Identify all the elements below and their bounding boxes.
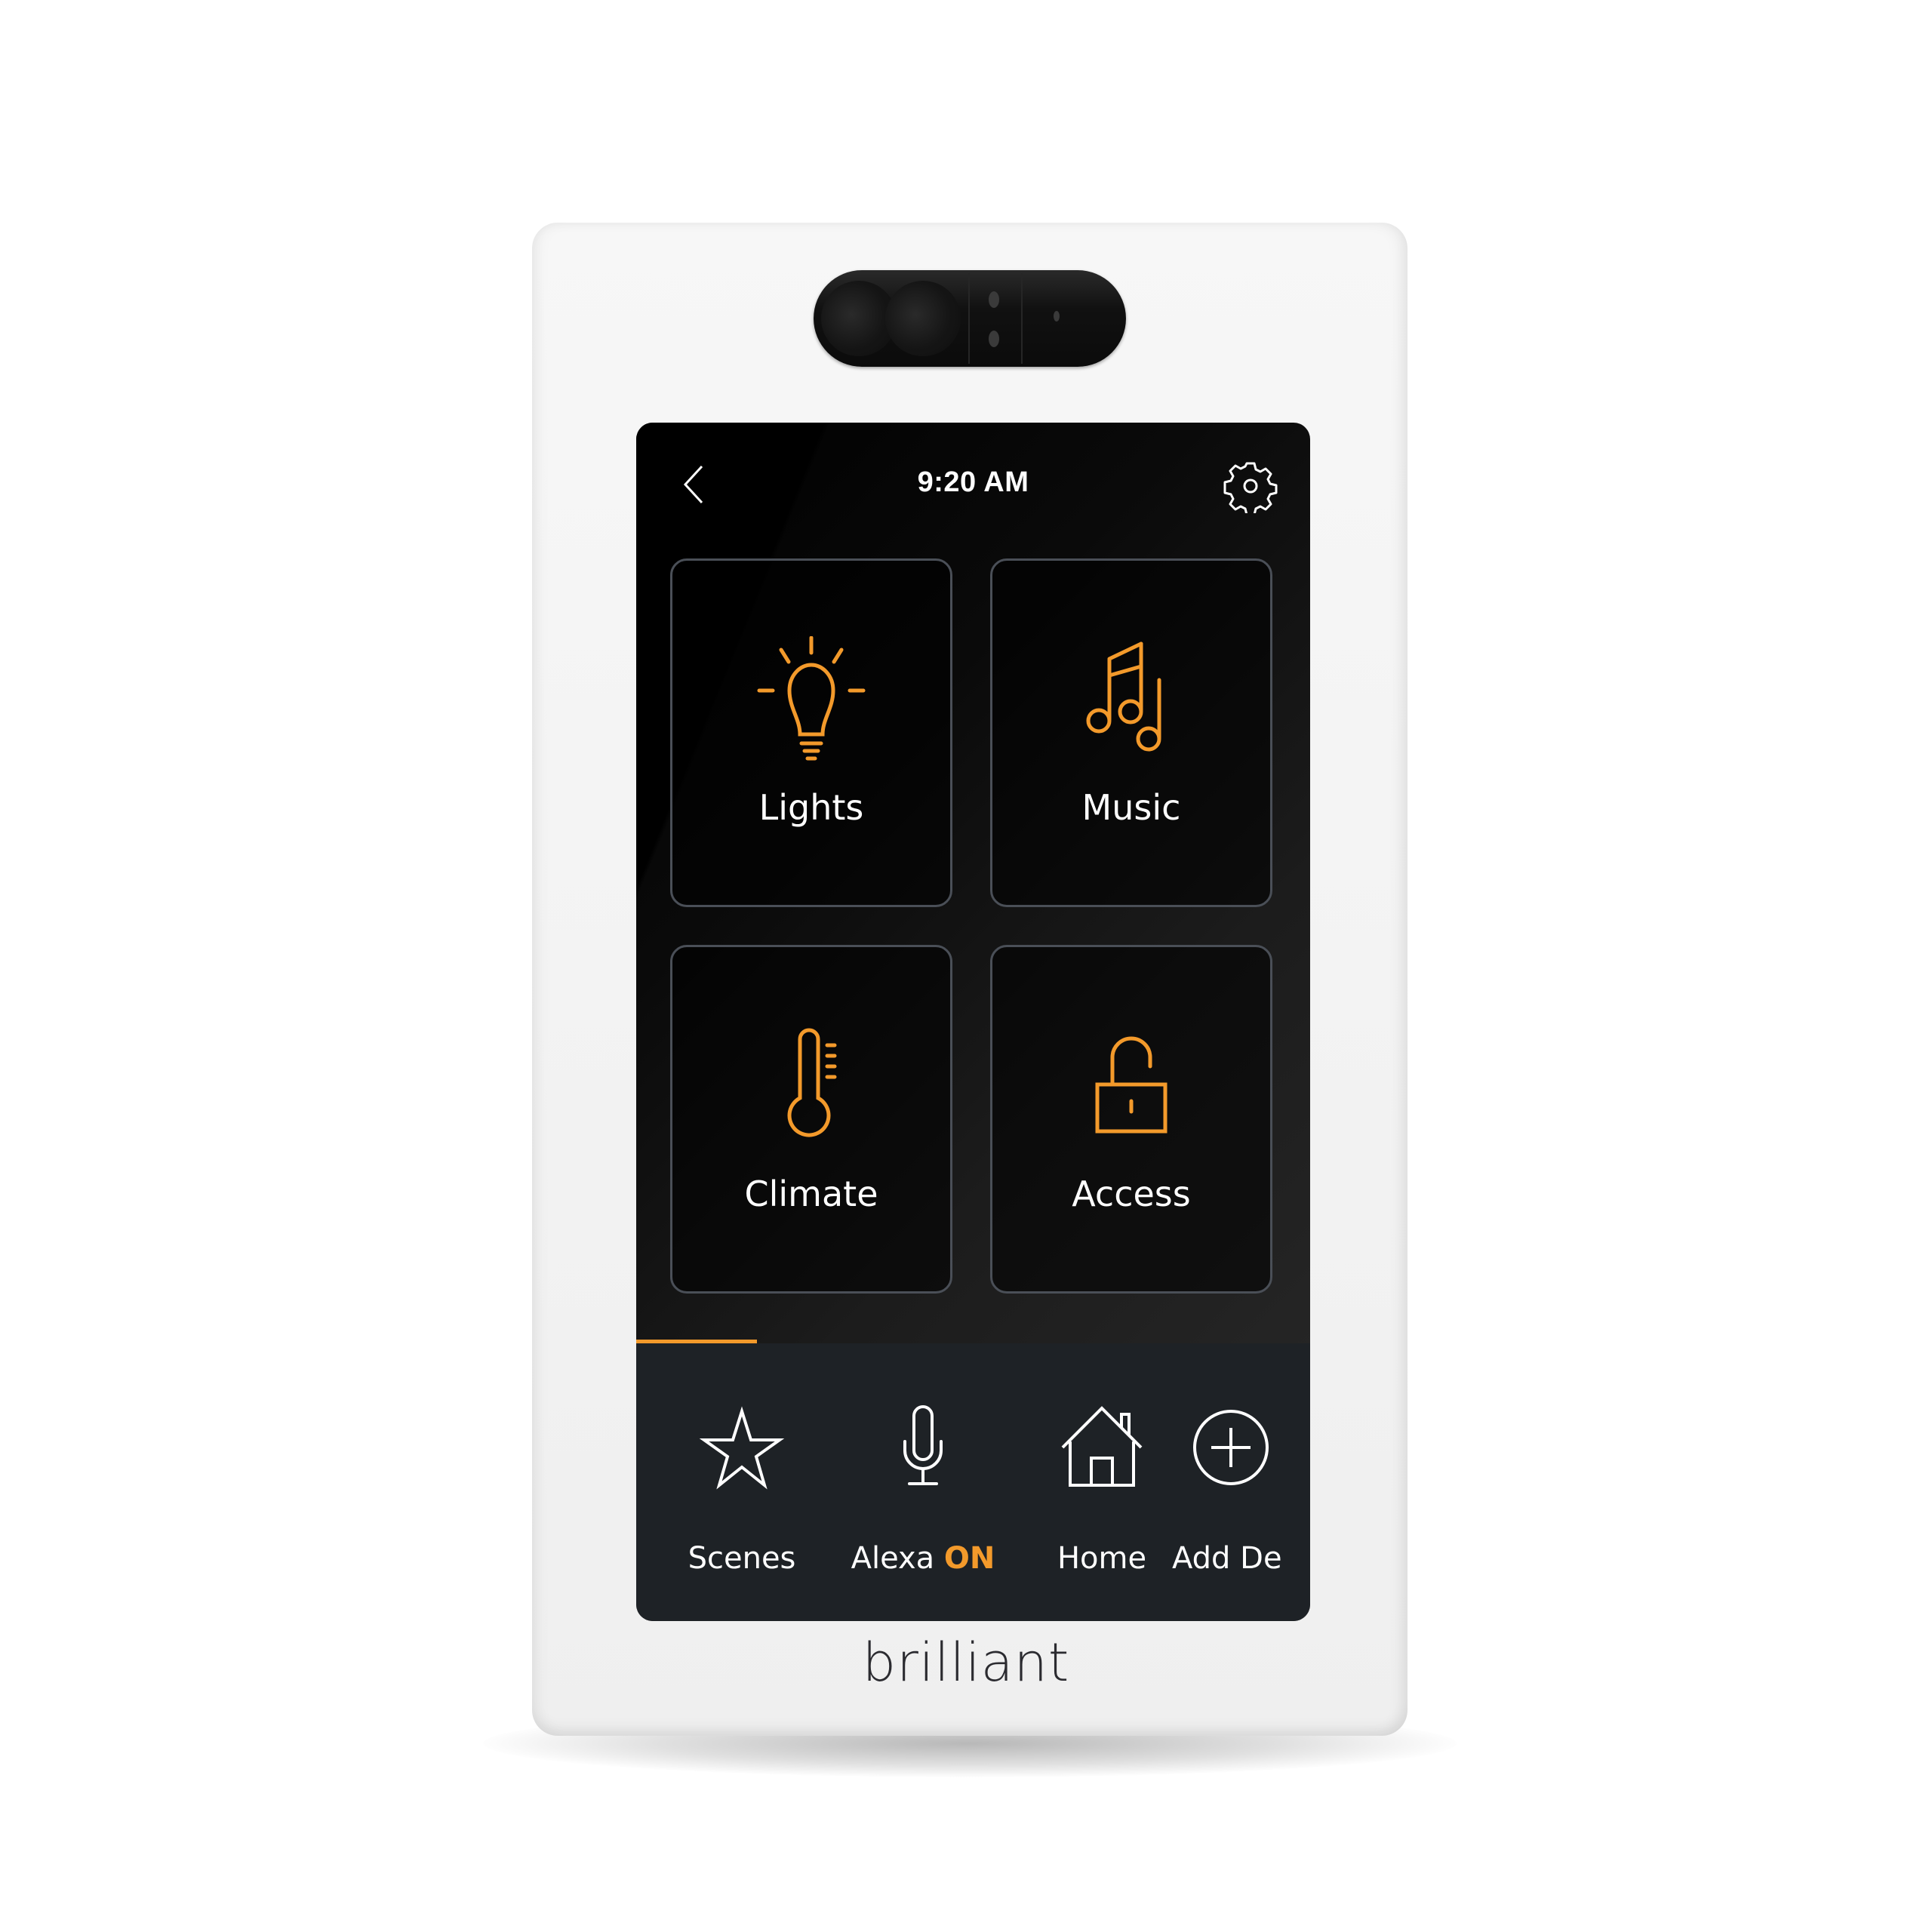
nav-item-scenes[interactable]: Scenes bbox=[659, 1404, 825, 1600]
camera-lens bbox=[885, 281, 961, 356]
nav-item-home[interactable]: Home bbox=[1019, 1404, 1185, 1600]
star-icon bbox=[699, 1406, 785, 1490]
touch-screen: 9:20 AM Lights Music Climate Access Scen… bbox=[636, 423, 1310, 1621]
nav-item-alexa[interactable]: Alexa ON bbox=[840, 1404, 1006, 1600]
microphone-icon bbox=[903, 1405, 943, 1485]
tile-label: Lights bbox=[758, 787, 864, 828]
alexa-label: Alexa bbox=[851, 1541, 935, 1576]
tile-climate[interactable]: Climate bbox=[670, 945, 952, 1294]
camera-divider bbox=[968, 273, 970, 364]
lightbulb-icon bbox=[757, 636, 866, 761]
thermometer-icon bbox=[787, 1028, 837, 1137]
nav-label: Alexa ON bbox=[825, 1541, 1021, 1576]
tile-music[interactable]: Music bbox=[990, 558, 1272, 907]
brand-logo: brilliant bbox=[862, 1632, 1070, 1694]
sensor-dot bbox=[989, 331, 999, 347]
nav-label: Add De bbox=[1172, 1541, 1282, 1576]
page-indicator bbox=[636, 1340, 757, 1343]
screen-header: 9:20 AM bbox=[636, 423, 1310, 543]
tile-label: Music bbox=[1081, 787, 1181, 828]
camera-divider bbox=[1021, 273, 1023, 364]
house-icon bbox=[1061, 1406, 1143, 1487]
nav-label: Scenes bbox=[688, 1541, 796, 1576]
clock-time: 9:20 AM bbox=[917, 466, 1029, 498]
tile-label: Climate bbox=[744, 1174, 878, 1214]
unlocked-padlock-icon bbox=[1095, 1036, 1168, 1134]
sensor-dot bbox=[989, 291, 999, 308]
alexa-status-badge: ON bbox=[943, 1541, 995, 1576]
sensor-dot bbox=[1054, 311, 1060, 321]
bottom-nav-bar: Scenes Alexa ON Home Add De bbox=[636, 1343, 1310, 1621]
nav-label: Home bbox=[1057, 1541, 1147, 1576]
nav-item-add-device[interactable]: Add De bbox=[1172, 1404, 1310, 1600]
music-notes-icon bbox=[1086, 641, 1161, 752]
tile-access[interactable]: Access bbox=[990, 945, 1272, 1294]
tile-lights[interactable]: Lights bbox=[670, 558, 952, 907]
plus-circle-icon bbox=[1193, 1410, 1269, 1485]
tile-label: Access bbox=[1072, 1174, 1191, 1214]
gear-icon[interactable] bbox=[1223, 459, 1278, 513]
camera-module bbox=[814, 270, 1126, 367]
